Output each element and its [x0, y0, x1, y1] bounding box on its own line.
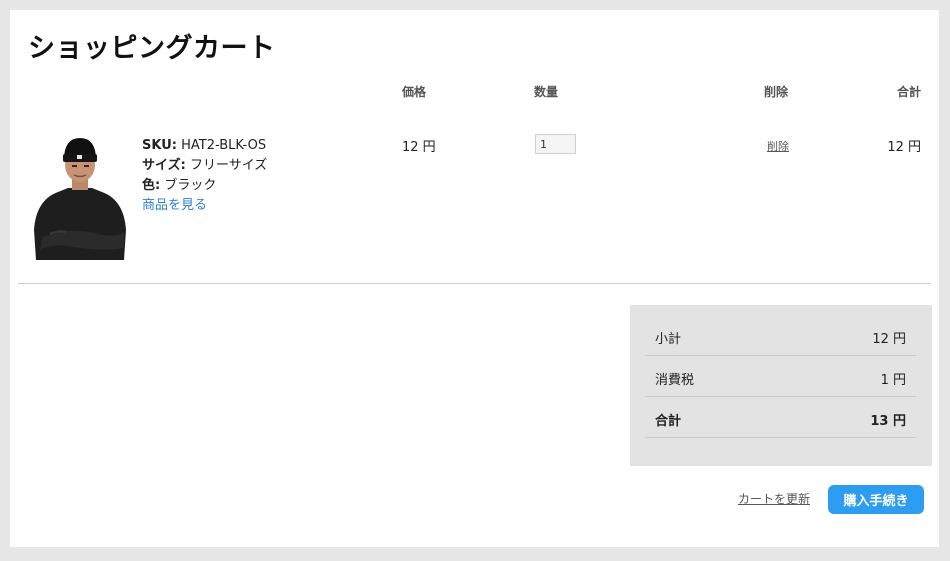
tax-row: 消費税 1 円: [646, 356, 916, 397]
tax-label: 消費税: [655, 373, 695, 388]
grand-total-label: 合計: [655, 414, 682, 429]
page-title: ショッピングカート: [28, 33, 276, 64]
grand-total-row: 合計 13 円: [646, 397, 916, 438]
size-value: フリーサイズ: [189, 158, 268, 173]
column-header-quantity: 数量: [534, 85, 559, 99]
grand-total-value: 13 円: [870, 414, 906, 429]
item-total: 12 円: [887, 140, 921, 155]
view-product-link[interactable]: 商品を見る: [142, 198, 207, 213]
cart-panel: ショッピングカート 価格 数量 削除 合計 SKU: HAT2-BLK-OS サ…: [10, 10, 939, 547]
checkout-button[interactable]: 購入手続き: [828, 485, 924, 514]
size-label: サイズ:: [142, 158, 186, 173]
subtotal-label: 小計: [655, 332, 682, 347]
subtotal-value: 12 円: [872, 332, 906, 347]
divider: [18, 283, 931, 284]
sku-line: SKU: HAT2-BLK-OS: [142, 136, 267, 156]
column-header-remove: 削除: [764, 85, 789, 99]
column-header-price: 価格: [402, 85, 427, 99]
order-summary: 小計 12 円 消費税 1 円 合計 13 円: [630, 305, 932, 466]
quantity-input[interactable]: [535, 134, 576, 154]
product-image[interactable]: [28, 130, 132, 260]
tax-value: 1 円: [880, 373, 906, 388]
color-value: ブラック: [164, 178, 217, 193]
product-details: SKU: HAT2-BLK-OS サイズ: フリーサイズ 色: ブラック 商品を…: [142, 136, 267, 216]
update-cart-link[interactable]: カートを更新: [738, 490, 810, 507]
subtotal-row: 小計 12 円: [646, 315, 916, 356]
sku-label: SKU:: [142, 138, 177, 153]
color-label: 色:: [142, 178, 161, 193]
remove-item-link[interactable]: 削除: [767, 138, 789, 154]
color-line: 色: ブラック: [142, 176, 267, 196]
column-header-total: 合計: [896, 85, 921, 99]
sku-value: HAT2-BLK-OS: [181, 138, 267, 153]
item-price: 12 円: [402, 140, 436, 155]
size-line: サイズ: フリーサイズ: [142, 156, 267, 176]
